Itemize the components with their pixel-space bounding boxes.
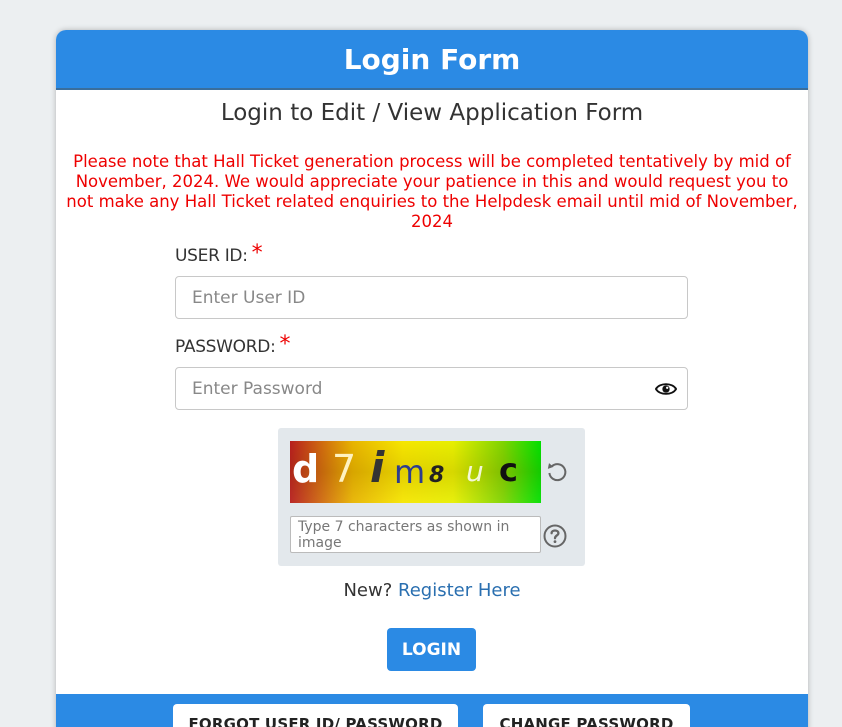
captcha-char: 8: [429, 463, 445, 488]
captcha-char: d: [292, 447, 320, 491]
captcha-char: u: [466, 455, 484, 488]
refresh-icon[interactable]: [545, 460, 569, 484]
login-card: Login Form Login to Edit / View Applicat…: [56, 30, 808, 727]
register-link[interactable]: Register Here: [398, 580, 521, 601]
register-row: New? Register Here: [56, 580, 808, 601]
captcha-placeholder: Type 7 characters as shown in image: [298, 518, 510, 551]
captcha-box: d 7 i m 8 u c Type 7 characters as shown…: [278, 428, 585, 566]
password-placeholder: Enter Password: [192, 378, 323, 399]
captcha-char: 7: [332, 447, 357, 491]
change-password-button[interactable]: CHANGE PASSWORD: [483, 704, 690, 727]
user-id-input[interactable]: Enter User ID: [175, 276, 688, 319]
captcha-char: c: [499, 451, 518, 489]
user-id-label: USER ID:: [175, 246, 248, 266]
password-label-row: PASSWORD: *: [175, 332, 688, 358]
login-button[interactable]: LOGIN: [387, 628, 476, 671]
hall-ticket-notice: Please note that Hall Ticket generation …: [66, 152, 798, 231]
captcha-input[interactable]: Type 7 characters as shown in image: [290, 516, 541, 553]
eye-icon[interactable]: [655, 379, 677, 399]
user-id-label-row: USER ID: *: [175, 241, 688, 267]
required-mark: *: [279, 332, 291, 357]
form-title: Login Form: [343, 42, 521, 76]
register-prefix: New?: [343, 580, 393, 601]
form-subtitle: Login to Edit / View Application Form: [220, 100, 644, 126]
footer-bar: FORGOT USER ID/ PASSWORD CHANGE PASSWORD: [56, 694, 808, 727]
forgot-credentials-button[interactable]: FORGOT USER ID/ PASSWORD: [173, 704, 458, 727]
password-group: PASSWORD: * Enter Password: [175, 332, 688, 410]
required-mark: *: [251, 241, 263, 266]
user-id-placeholder: Enter User ID: [192, 287, 306, 308]
password-label: PASSWORD:: [175, 337, 276, 357]
password-input[interactable]: Enter Password: [175, 367, 688, 410]
captcha-char: m: [394, 453, 426, 491]
user-id-group: USER ID: * Enter User ID: [175, 241, 688, 319]
help-icon[interactable]: [543, 524, 567, 548]
captcha-char: i: [370, 443, 385, 492]
form-header: Login Form: [56, 30, 808, 90]
captcha-image: d 7 i m 8 u c: [290, 441, 541, 503]
